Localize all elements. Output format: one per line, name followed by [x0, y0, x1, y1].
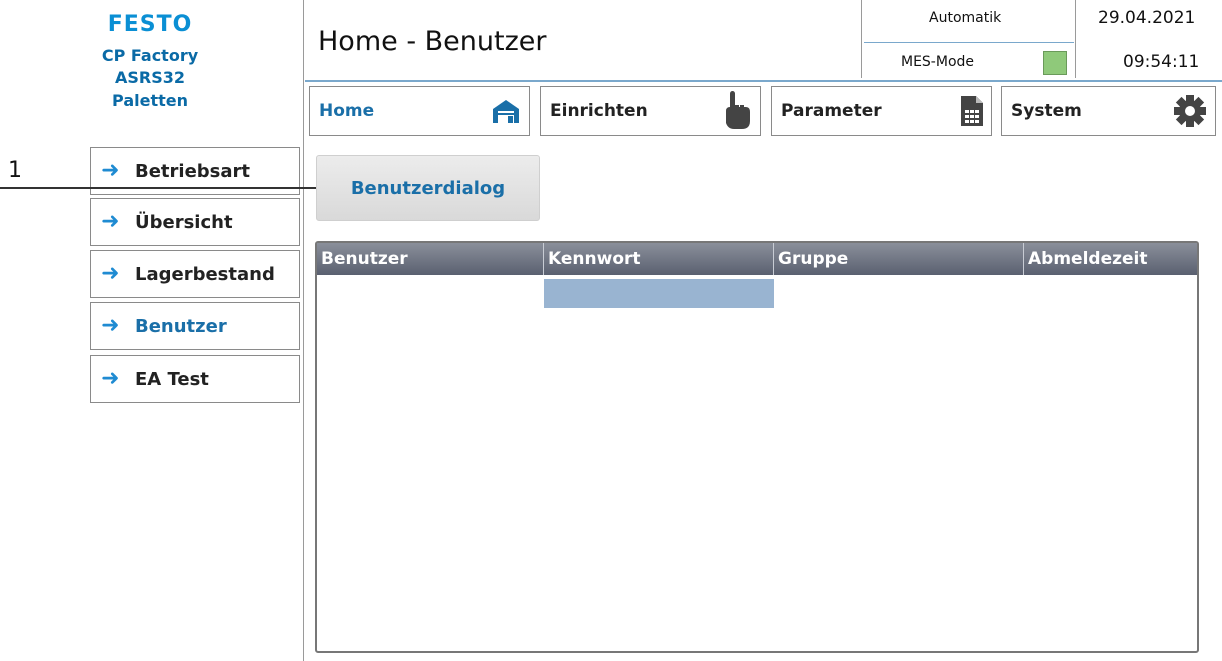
nav-parameter-button[interactable]: Parameter — [771, 86, 992, 136]
arrow-right-icon: ➜ — [101, 209, 120, 234]
arrow-right-icon: ➜ — [101, 158, 120, 183]
nav-home-button[interactable]: Home — [309, 86, 530, 136]
festo-logo: FESTO — [107, 12, 193, 37]
nav-system-button[interactable]: System — [1001, 86, 1216, 136]
mes-status-indicator — [1043, 51, 1067, 75]
benutzerdialog-button[interactable]: Benutzerdialog — [316, 155, 540, 221]
arrow-right-icon: ➜ — [101, 366, 120, 391]
station-line-3: Paletten — [112, 91, 188, 110]
table-header: Benutzer Kennwort Gruppe Abmeldezeit — [317, 243, 1197, 275]
benutzerdialog-label: Benutzerdialog — [350, 177, 506, 199]
column-header-kennwort[interactable]: Kennwort — [544, 243, 774, 275]
arrow-right-icon: ➜ — [101, 261, 120, 286]
header-underline — [305, 80, 1222, 82]
sidebar-item-label: Übersicht — [135, 211, 233, 233]
nav-parameter-label: Parameter — [781, 101, 882, 121]
house-icon — [491, 98, 521, 124]
mode-separator — [864, 42, 1074, 43]
station-line-1: CP Factory — [101, 46, 199, 65]
nav-home-label: Home — [319, 101, 375, 121]
selected-cell[interactable] — [544, 279, 774, 308]
header-separator — [1075, 0, 1076, 78]
gear-icon — [1173, 94, 1207, 128]
sidebar-item-uebersicht[interactable]: ➜ Übersicht — [90, 198, 300, 246]
sidebar-item-benutzer[interactable]: ➜ Benutzer — [90, 302, 300, 350]
header-separator — [861, 0, 862, 78]
sidebar-item-label: Benutzer — [135, 315, 227, 337]
column-header-abmeldezeit[interactable]: Abmeldezeit — [1024, 243, 1197, 275]
document-icon — [961, 96, 983, 126]
mes-mode-label: MES-Mode — [901, 54, 975, 70]
arrow-right-icon: ➜ — [101, 313, 120, 338]
user-table[interactable]: Benutzer Kennwort Gruppe Abmeldezeit — [315, 241, 1199, 653]
sidebar-item-label: Betriebsart — [135, 160, 251, 182]
sidebar-item-label: EA Test — [135, 368, 209, 390]
nav-einrichten-button[interactable]: Einrichten — [540, 86, 761, 136]
nav-system-label: System — [1011, 101, 1082, 121]
mode-label: Automatik — [929, 10, 1002, 26]
sidebar-item-label: Lagerbestand — [135, 263, 275, 285]
callout-line — [0, 187, 322, 189]
sidebar-item-ea-test[interactable]: ➜ EA Test — [90, 355, 300, 403]
hand-pointer-icon — [722, 91, 752, 131]
column-header-gruppe[interactable]: Gruppe — [774, 243, 1024, 275]
nav-einrichten-label: Einrichten — [550, 101, 648, 121]
station-line-2: ASRS32 — [114, 68, 185, 87]
date-display: 29.04.2021 — [1098, 8, 1196, 28]
column-header-benutzer[interactable]: Benutzer — [317, 243, 544, 275]
sidebar-item-lagerbestand[interactable]: ➜ Lagerbestand — [90, 250, 300, 298]
time-display: 09:54:11 — [1123, 52, 1200, 72]
callout-number: 1 — [8, 158, 22, 183]
sidebar-divider — [303, 0, 304, 661]
page-title: Home - Benutzer — [318, 26, 547, 57]
